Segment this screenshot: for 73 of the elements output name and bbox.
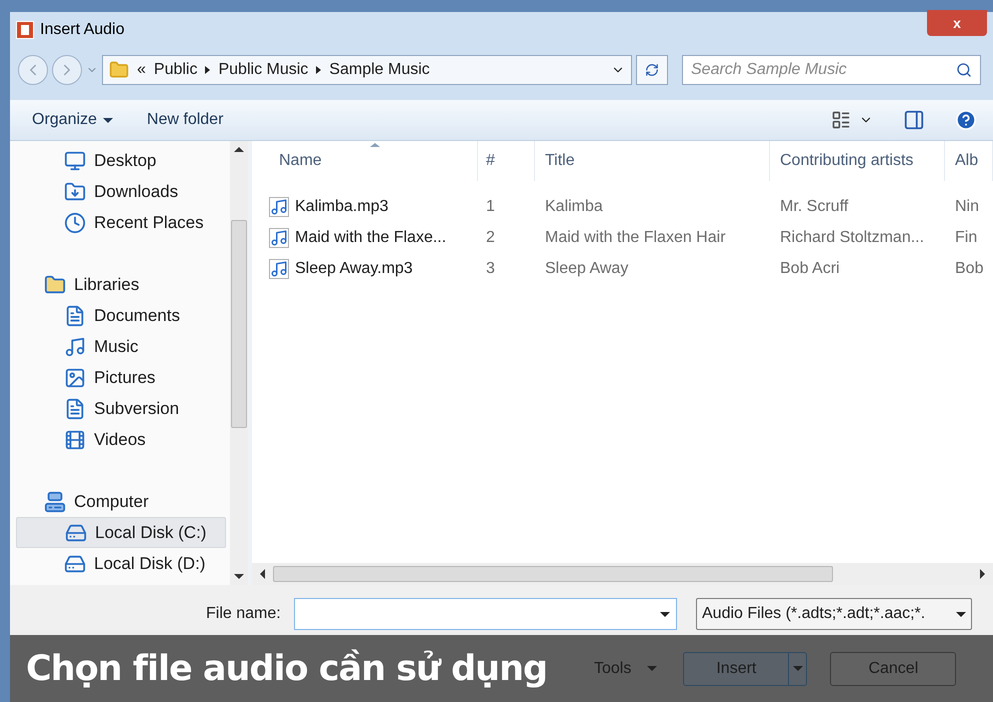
breadcrumb-separator-icon [316,66,322,74]
file-type-dropdown[interactable]: Audio Files (*.adts;*.adt;*.aac;*. [696,598,972,630]
sidebar-item[interactable]: Videos [16,424,226,455]
table-cell-text: Bob [954,258,984,278]
sort-arrow-icon [370,143,380,147]
caption-text: Chọn file audio cần sử dụng [26,648,548,690]
sidebar-item-icon [64,150,86,172]
window-title: Insert Audio [40,20,124,40]
audio-file-icon [269,228,289,248]
sidebar-item-icon [64,366,86,388]
address-bar[interactable]: « Public Public Music Sample Music [102,55,632,85]
sidebar-item[interactable]: Desktop [16,145,226,176]
table-cell-text: 1 [485,196,496,216]
sidebar-heading[interactable]: Libraries [74,272,140,298]
sidebar-item-icon [64,398,86,420]
sidebar-item[interactable]: Music [16,331,226,362]
breadcrumb-separator-icon [205,66,210,74]
search-input[interactable]: Search Sample Music [691,58,956,82]
table-cell-text: Bob Acri [779,258,841,278]
sidebar-item[interactable]: Recent Places [16,207,226,238]
folder-icon [109,60,129,80]
horizontal-scrollbar[interactable] [252,563,993,585]
breadcrumb[interactable]: Public [154,58,198,82]
search-field[interactable]: Search Sample Music [682,55,981,85]
refresh-button[interactable] [636,55,668,85]
computer-icon [44,490,66,512]
sidebar-item-icon [64,212,86,234]
sidebar-item[interactable]: Pictures [16,362,226,393]
preview-pane-icon[interactable] [903,109,925,131]
column-header[interactable]: Alb [945,141,993,181]
view-options-icon[interactable] [831,110,851,130]
table-cell-text: 3 [485,258,496,278]
table-cell-text: 2 [485,228,496,248]
table-cell-text: Sleep Away [544,258,630,278]
file-name-field[interactable] [294,598,677,630]
organize-button[interactable]: Organize [32,108,113,132]
sidebar-heading[interactable]: Computer [74,488,149,514]
vertical-scrollbar[interactable] [230,141,248,585]
sidebar-item-icon [64,336,86,358]
column-header[interactable]: Title [535,141,770,181]
file-name-label: File name: [206,604,282,624]
table-cell-text: Maid with the Flaxen Hair [544,228,727,248]
refresh-icon [645,63,659,77]
close-button[interactable]: x [927,10,987,36]
sidebar-item-icon [64,180,86,202]
sidebar-item-icon [64,304,86,326]
app-icon [16,21,34,39]
file-name[interactable]: Kalimba.mp3 [252,194,478,218]
search-icon [956,62,972,78]
new-folder-button[interactable]: New folder [146,108,224,132]
sidebar-item[interactable]: Local Disk (D:) [16,548,226,579]
table-cell-text: Kalimba [544,196,604,216]
sidebar-item[interactable]: Subversion [16,393,226,424]
libraries-folder-icon [44,274,66,296]
table-cell-text: Mr. Scruff [779,196,850,216]
column-header[interactable]: Contributing artists [770,141,945,181]
sidebar-item[interactable]: Documents [16,300,226,331]
audio-file-icon [269,196,289,216]
table-cell-text: Nin [954,196,980,216]
file-name[interactable]: Sleep Away.mp3 [252,256,478,280]
audio-file-icon [269,258,289,278]
sidebar-item-icon [64,428,86,450]
sidebar-item[interactable]: Local Disk (C:) [16,517,226,548]
breadcrumb[interactable]: « [137,58,146,82]
table-cell-text: Richard Stoltzman... [779,228,926,248]
table-cell-text: Fin [954,228,978,248]
breadcrumb[interactable]: Public Music [218,58,308,82]
column-header[interactable]: # [478,141,535,181]
file-name[interactable]: Maid with the Flaxe... [252,226,478,250]
breadcrumb[interactable]: Sample Music [329,58,430,82]
help-icon[interactable] [955,109,977,131]
sidebar-item[interactable]: Downloads [16,176,226,207]
column-header[interactable]: Name [252,141,478,181]
